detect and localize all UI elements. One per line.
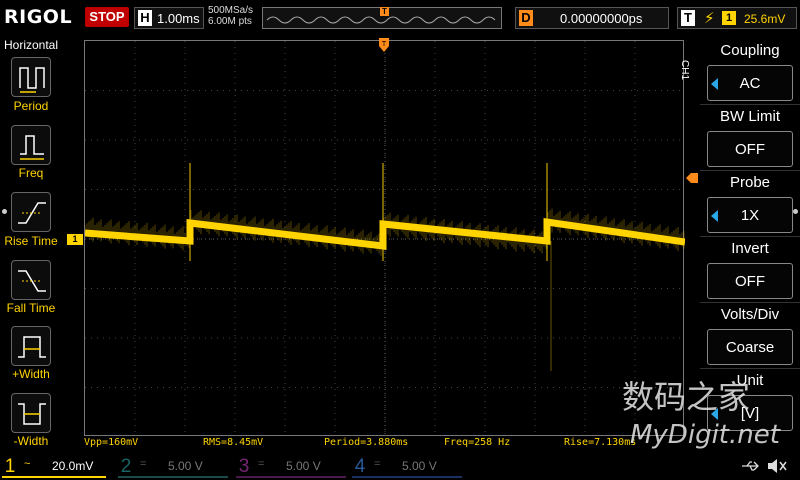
dc-coupling-icon: = xyxy=(374,458,381,470)
speaker-muted-icon[interactable] xyxy=(766,457,788,475)
freq-label: Freq xyxy=(18,166,44,180)
ch1-offset-marker[interactable]: 1 xyxy=(67,234,83,245)
freq-button[interactable] xyxy=(11,125,51,165)
sample-rate: 500MSa/s xyxy=(208,5,254,16)
memory-depth: 6.00M pts xyxy=(208,16,252,27)
coupling-label: Coupling xyxy=(720,42,780,59)
ac-coupling-icon: ~ xyxy=(24,458,31,470)
delay-letter: D xyxy=(519,10,533,26)
channel-menu-label: CH1 xyxy=(679,60,690,81)
rise-time-label: Rise Time xyxy=(4,234,58,248)
trigger-level-pointer[interactable] xyxy=(686,170,698,183)
probe-softkey[interactable]: 1X xyxy=(707,197,793,233)
volts-div-label: Volts/Div xyxy=(720,306,780,323)
dc-coupling-icon: = xyxy=(140,458,147,470)
channel-2-tab[interactable]: 2 = 5.00 V xyxy=(118,456,228,478)
neg-width-label: -Width xyxy=(13,434,49,448)
neg-width-button[interactable] xyxy=(11,393,51,433)
invert-softkey[interactable]: OFF xyxy=(707,263,793,299)
coupling-value: AC xyxy=(739,75,761,92)
period-icon xyxy=(19,67,45,93)
menu-divider xyxy=(700,104,800,105)
right-scroll-dot xyxy=(793,209,798,214)
channel-4-number: 4 xyxy=(354,456,366,477)
trigger-position-pointer[interactable]: T xyxy=(379,38,389,52)
timebase-value: 1.00ms xyxy=(157,11,200,26)
measure-rms[interactable]: RMS=8.45mV xyxy=(203,437,263,448)
brand-logo: RIGOL xyxy=(4,6,73,28)
timebase-box[interactable]: H 1.00ms xyxy=(134,7,204,29)
watermark-cn: 数码之家 xyxy=(622,378,751,416)
measure-rise[interactable]: Rise=7.130ms xyxy=(564,437,636,448)
trigger-box[interactable]: T ⚡ 1 25.6mV xyxy=(677,7,797,29)
neg-width-icon xyxy=(18,403,46,425)
channel-status-bar: 1 ~ 20.0mV 2 = 5.00 V 3 = 5.00 V 4 = 5.0… xyxy=(0,452,800,480)
left-scroll-dot xyxy=(2,209,7,214)
fall-time-button[interactable] xyxy=(11,260,51,300)
waveform-grid[interactable] xyxy=(84,40,685,437)
pos-width-button[interactable] xyxy=(11,326,51,366)
invert-value: OFF xyxy=(735,273,765,290)
menu-divider xyxy=(700,302,800,303)
menu-arrow-icon xyxy=(711,210,718,222)
volts-div-softkey[interactable]: Coarse xyxy=(707,329,793,365)
channel-3-scale: 5.00 V xyxy=(286,459,321,473)
delay-value: 0.00000000ps xyxy=(560,11,643,26)
left-menu-title: Horizontal xyxy=(3,38,59,52)
rise-time-icon xyxy=(18,202,46,224)
measure-freq[interactable]: Freq=258 Hz xyxy=(444,437,510,448)
usb-icon xyxy=(740,458,760,474)
bw-limit-softkey[interactable]: OFF xyxy=(707,131,793,167)
probe-label: Probe xyxy=(729,174,771,191)
measure-vpp[interactable]: Vpp=160mV xyxy=(84,437,138,448)
channel-4-tab[interactable]: 4 = 5.00 V xyxy=(352,456,462,478)
run-stop-indicator[interactable]: STOP xyxy=(85,7,129,27)
channel-1-tab[interactable]: 1 ~ 20.0mV xyxy=(2,456,106,478)
trigger-letter: T xyxy=(681,10,695,26)
period-button[interactable] xyxy=(11,57,51,97)
menu-divider xyxy=(700,236,800,237)
acquisition-info: 500MSa/s 6.00M pts xyxy=(208,5,253,27)
menu-divider xyxy=(700,368,800,369)
measurement-bar: Vpp=160mV RMS=8.45mV Period=3.880ms Freq… xyxy=(84,437,684,451)
invert-label: Invert xyxy=(731,240,769,257)
measure-period[interactable]: Period=3.880ms xyxy=(324,437,408,448)
channel-1-number: 1 xyxy=(4,456,16,477)
trigger-channel-badge: 1 xyxy=(722,11,736,25)
top-status-bar: RIGOL STOP H 1.00ms 500MSa/s 6.00M pts T… xyxy=(0,0,800,36)
menu-arrow-icon xyxy=(711,78,718,90)
pos-width-icon xyxy=(18,336,46,358)
channel-2-number: 2 xyxy=(120,456,132,477)
svg-text:T: T xyxy=(381,40,387,48)
channel-3-tab[interactable]: 3 = 5.00 V xyxy=(236,456,346,478)
timebase-letter: H xyxy=(138,10,152,26)
probe-value: 1X xyxy=(740,207,760,224)
trigger-position-marker[interactable]: T xyxy=(380,7,389,16)
channel-2-scale: 5.00 V xyxy=(168,459,203,473)
channel-1-scale: 20.0mV xyxy=(52,459,94,473)
menu-divider xyxy=(700,170,800,171)
rise-time-button[interactable] xyxy=(11,192,51,232)
dc-coupling-icon: = xyxy=(258,458,265,470)
pos-width-label: +Width xyxy=(12,367,50,381)
delay-box[interactable]: D 0.00000000ps xyxy=(515,7,669,29)
channel-4-scale: 5.00 V xyxy=(402,459,437,473)
coupling-softkey[interactable]: AC xyxy=(707,65,793,101)
bw-limit-label: BW Limit xyxy=(720,108,780,125)
period-label: Period xyxy=(13,99,49,113)
rising-edge-icon: ⚡ xyxy=(704,10,715,27)
channel-3-number: 3 xyxy=(238,456,250,477)
freq-icon xyxy=(20,135,44,160)
trigger-level: 25.6mV xyxy=(744,12,786,26)
fall-time-icon xyxy=(18,270,46,292)
volts-div-value: Coarse xyxy=(725,339,775,356)
bw-limit-value: OFF xyxy=(735,141,765,158)
fall-time-label: Fall Time xyxy=(6,301,56,315)
watermark-site: MyDigit.net xyxy=(630,420,780,450)
graticule xyxy=(85,41,685,437)
